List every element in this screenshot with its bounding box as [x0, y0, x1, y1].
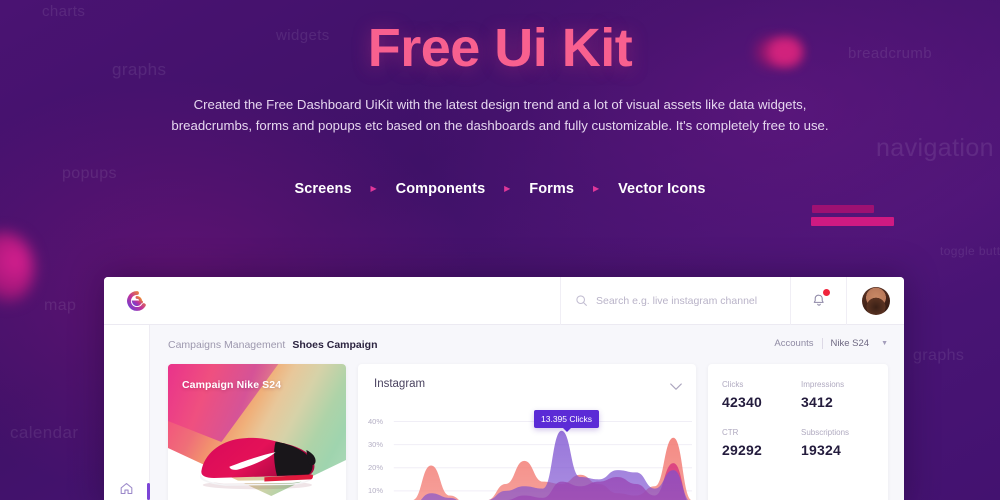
stat-cell: Clicks 42340: [722, 380, 795, 410]
app-logo[interactable]: [104, 290, 170, 312]
e-logo-icon: [127, 290, 146, 311]
accounts-divider: [821, 338, 823, 349]
stat-value: 3412: [801, 394, 833, 410]
background-keyword: charts: [42, 3, 86, 20]
nav-separator-icon: ▶: [504, 184, 511, 193]
campaign-card[interactable]: Campaign Nike S24: [168, 364, 346, 500]
home-icon: [120, 482, 133, 494]
stat-value: 42340: [722, 394, 762, 410]
chevron-down-icon[interactable]: [670, 378, 682, 396]
background-keyword: navigation: [876, 134, 994, 162]
chart-tooltip: 13.395 Clicks: [534, 410, 600, 432]
page-title: Free Ui Kit: [367, 18, 633, 78]
accounts-label: Accounts: [774, 338, 814, 349]
decorative-bar-long: [811, 217, 894, 226]
avatar: [861, 286, 890, 315]
nike-shoe-image: [186, 422, 326, 492]
stat-label: CTR: [722, 428, 739, 437]
stats-card: Clicks 42340 Impressions 3412 CTR 29292 Subscr…: [708, 364, 888, 500]
background-keyword: toggle button: [940, 244, 1000, 258]
hero-description: Created the Free Dashboard UiKit with th…: [171, 97, 829, 133]
cards-row: Campaign Nike S24 Instagram 40% 30% 20% …: [168, 364, 888, 500]
user-menu[interactable]: [846, 277, 904, 325]
notification-badge: [822, 287, 831, 297]
nav-link-forms[interactable]: Forms: [523, 181, 580, 197]
y-axis-tick: 40%: [368, 416, 384, 426]
campaign-card-title: Campaign Nike S24: [182, 379, 282, 391]
search-icon: [576, 295, 587, 306]
stat-label: Subscriptions: [801, 428, 850, 437]
background-keyword: map: [44, 297, 77, 314]
breadcrumb-parent[interactable]: Campaigns Management: [168, 339, 285, 351]
nav-link-vector-icons[interactable]: Vector Icons: [612, 181, 711, 197]
chevron-down-icon: ▼: [881, 340, 888, 347]
chart-tooltip-text: 13.395 Clicks: [541, 414, 593, 424]
stat-cell: CTR 29292: [722, 428, 795, 458]
y-axis-tick: 20%: [368, 462, 384, 472]
app-main-content: Campaigns Management Shoes Campaign Acco…: [150, 325, 904, 500]
y-axis-tick: 30%: [368, 439, 384, 449]
search-input[interactable]: [596, 294, 774, 307]
notifications-button[interactable]: [790, 277, 846, 325]
background-keyword: graphs: [913, 347, 965, 364]
sidebar-active-indicator: [147, 483, 150, 500]
nav-link-screens[interactable]: Screens: [288, 181, 357, 197]
dashboard-window: Campaigns Management Shoes Campaign Acco…: [104, 277, 904, 500]
app-body: Campaigns Management Shoes Campaign Acco…: [104, 325, 904, 500]
chart-area-svg: [393, 421, 693, 500]
sidebar-item-home[interactable]: [104, 473, 149, 500]
search-bar[interactable]: [560, 277, 790, 325]
y-axis-tick: 10%: [368, 485, 384, 495]
chart-plot: 40% 30% 20% 10%: [358, 404, 696, 500]
breadcrumb-current: Shoes Campaign: [292, 339, 378, 351]
stat-value: 19324: [801, 442, 841, 458]
stat-cell: Impressions 3412: [801, 380, 874, 410]
nav-separator-icon: ▶: [592, 184, 600, 193]
instagram-chart-card: Instagram 40% 30% 20% 10% 13.395 Clicks: [358, 364, 696, 500]
nav-link-components[interactable]: Components: [390, 181, 492, 197]
stat-cell: Subscriptions 19324: [801, 428, 874, 458]
hero-nav: Screens ▶ Components ▶ Forms ▶ Vector Icons: [0, 181, 1000, 197]
chart-title: Instagram: [374, 378, 426, 390]
accounts-value: Nike S24: [830, 338, 870, 349]
stat-label: Impressions: [801, 380, 845, 389]
nav-separator-icon: ▶: [370, 184, 377, 193]
stat-value: 29292: [722, 442, 762, 458]
decorative-bar-short: [812, 205, 874, 213]
background-keyword: calendar: [10, 423, 79, 442]
accounts-selector[interactable]: Accounts Nike S24 ▼: [774, 338, 888, 349]
app-topbar: [104, 277, 904, 325]
app-sidebar: [104, 325, 150, 500]
stat-label: Clicks: [722, 380, 744, 389]
breadcrumb: Campaigns Management Shoes Campaign Acco…: [168, 338, 888, 351]
